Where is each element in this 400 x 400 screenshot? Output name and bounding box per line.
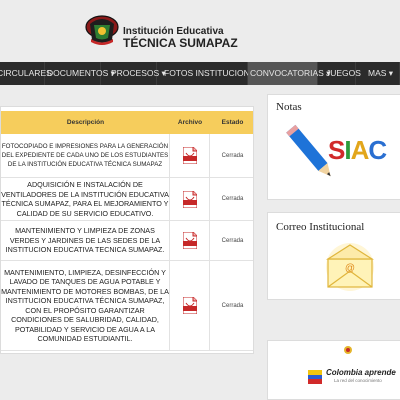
school-crest-logo[interactable] [85,12,119,46]
notas-title: Notas [276,101,302,113]
row-description: ADQUISICIÓN E INSTALACIÓN DE VENTILADORE… [1,178,170,220]
colombia-aprende-logo-icon [308,370,322,384]
table-row: MANTENIMIENTO, LIMPIEZA, DESINFECCIÓN Y … [1,261,253,351]
colombia-aprende-text: Colombia aprende [326,368,396,377]
nav-item-label: JUEGOS [326,68,361,78]
row-description: MANTENIMIENTO Y LIMPIEZA DE ZONAS VERDES… [1,221,170,260]
row-state: Cerrada [221,152,244,159]
siac-logo[interactable]: SIAC [328,135,387,166]
row-description: FOTOCOPIADO E IMPRESIONES PARA LA GENERA… [1,134,170,177]
chevron-down-icon: ▾ [386,68,394,78]
file-cell [170,261,210,350]
correo-widget: Correo Institucional @ [267,212,400,300]
nav-item-label: CONVOCATORIAS [250,68,324,78]
colombia-aprende-subtitle: La red del conocimiento [334,378,382,383]
table-header-row: Descripción Archivo Estado [1,111,253,134]
colombia-emblem-icon [344,346,352,354]
nav-item-documentos[interactable]: DOCUMENTOS ▾ [45,62,115,85]
column-header-state: Estado [221,119,244,126]
nav-item-label: MAS [368,68,387,78]
file-cell [170,178,210,220]
nav-item-fotos-institucionales[interactable]: FOTOS INSTITUCIONALES [162,62,272,85]
table-row: ADQUISICIÓN E INSTALACIÓN DE VENTILADORE… [1,178,253,221]
pdf-file-icon[interactable] [182,147,197,164]
table-row: FOTOCOPIADO E IMPRESIONES PARA LA GENERA… [1,134,253,178]
convocatorias-table: Descripción Archivo Estado FOTOCOPIADO E… [0,106,254,354]
colombia-aprende-widget: Colombia aprende La red del conocimiento [267,340,400,400]
institution-name: TÉCNICA SUMAPAZ [123,36,238,50]
colombia-aprende-banner[interactable]: Colombia aprende La red del conocimiento [308,368,400,386]
site-header: Institución Educativa TÉCNICA SUMAPAZ [0,0,400,62]
column-header-description: Descripción [66,119,105,126]
nav-item-mas[interactable]: MAS ▾ [366,62,400,85]
nav-item-procesos[interactable]: PROCESOS ▾ [109,62,166,85]
pdf-file-icon[interactable] [182,232,197,249]
notas-widget: Notas SIAC [267,94,400,200]
nav-item-label: DOCUMENTOS [47,68,109,78]
row-description: MANTENIMIENTO, LIMPIEZA, DESINFECCIÓN Y … [1,261,170,350]
email-envelope-icon[interactable]: @ [320,241,378,293]
row-state: Cerrada [221,237,244,244]
nav-item-juegos[interactable]: JUEGOS [324,62,361,85]
file-cell [170,221,210,260]
row-state: Cerrada [221,302,244,309]
pdf-file-icon[interactable] [182,297,197,314]
pdf-file-icon[interactable] [182,190,197,208]
main-nav-bar: CIRCULARES DOCUMENTOS ▾ PROCESOS ▾ FOTOS… [0,62,400,85]
nav-item-convocatorias[interactable]: CONVOCATORIAS ▾ [248,62,330,85]
column-header-file: Archivo [177,119,203,126]
table-row: MANTENIMIENTO Y LIMPIEZA DE ZONAS VERDES… [1,221,253,261]
nav-item-label: PROCESOS [111,68,160,78]
nav-item-circulares[interactable]: CIRCULARES [0,62,52,85]
row-state: Cerrada [221,196,244,202]
svg-text:@: @ [345,263,355,274]
correo-title: Correo Institucional [276,221,365,233]
file-cell [170,134,210,177]
